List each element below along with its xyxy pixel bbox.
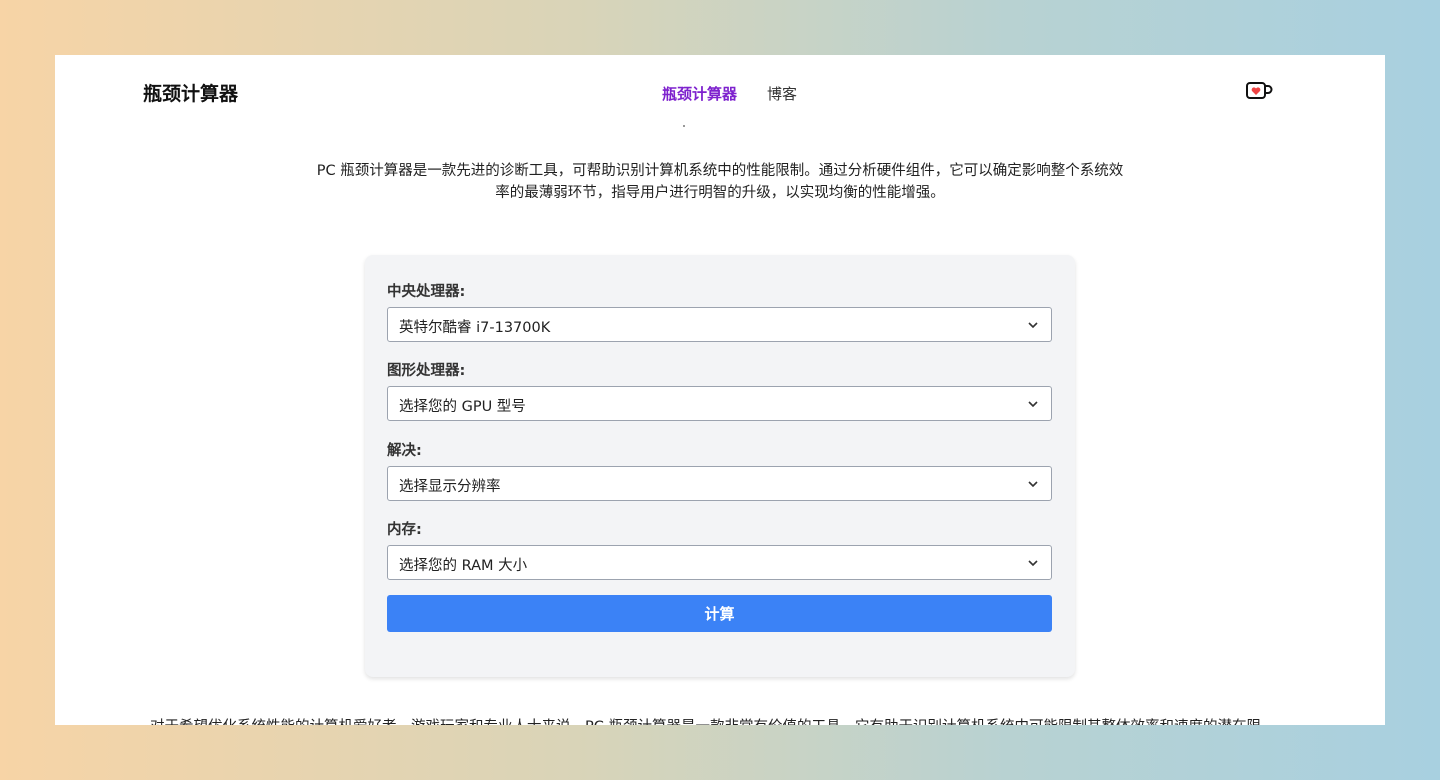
description-paragraph: 对于希望优化系统性能的计算机爱好者、游戏玩家和专业人士来说，PC 瓶颈计算器是一… (150, 715, 1300, 725)
resolution-label: 解决: (387, 443, 422, 459)
chevron-down-icon (1028, 481, 1038, 488)
gpu-label: 图形处理器: (387, 363, 466, 379)
intro-paragraph: PC 瓶颈计算器是一款先进的诊断工具，可帮助识别计算机系统中的性能限制。通过分析… (295, 160, 1145, 204)
calculator-form: 中央处理器: 英特尔酷睿 i7-13700K 图形处理器: 选择您的 GPU 型… (365, 255, 1075, 677)
cpu-select-value: 英特尔酷睿 i7-13700K (399, 320, 551, 336)
nav-links: 瓶颈计算器 博客 (662, 83, 797, 104)
gpu-select-value: 选择您的 GPU 型号 (399, 399, 526, 415)
intro-line-1: PC 瓶颈计算器是一款先进的诊断工具，可帮助识别计算机系统中的性能限制。通过分析… (316, 163, 1124, 179)
chevron-down-icon (1028, 401, 1038, 408)
calculate-button[interactable]: 计算 (387, 595, 1052, 632)
chevron-down-icon (1028, 560, 1038, 567)
resolution-select-value: 选择显示分辨率 (399, 479, 501, 495)
ram-select[interactable]: 选择您的 RAM 大小 (387, 545, 1052, 580)
gpu-select[interactable]: 选择您的 GPU 型号 (387, 386, 1052, 421)
chevron-down-icon (1028, 322, 1038, 329)
coffee-cup-heart-icon[interactable] (1245, 81, 1273, 101)
resolution-select[interactable]: 选择显示分辨率 (387, 466, 1052, 501)
brand-logo[interactable]: 瓶颈计算器 (143, 79, 238, 106)
page-frame: 瓶颈计算器 瓶颈计算器 博客 PC 瓶颈计算器是一款先进的诊断工具，可帮助识别计… (55, 55, 1385, 725)
nav-link-blog[interactable]: 博客 (767, 83, 797, 104)
decorative-dot (683, 125, 685, 127)
ram-label: 内存: (387, 522, 422, 538)
nav-link-calculator[interactable]: 瓶颈计算器 (662, 83, 737, 104)
cpu-label: 中央处理器: (387, 284, 466, 300)
intro-line-2: 率的最薄弱环节，指导用户进行明智的升级，以实现均衡的性能增强。 (495, 185, 945, 201)
navbar: 瓶颈计算器 瓶颈计算器 博客 (55, 55, 1385, 127)
ram-select-value: 选择您的 RAM 大小 (399, 558, 528, 574)
cpu-select[interactable]: 英特尔酷睿 i7-13700K (387, 307, 1052, 342)
